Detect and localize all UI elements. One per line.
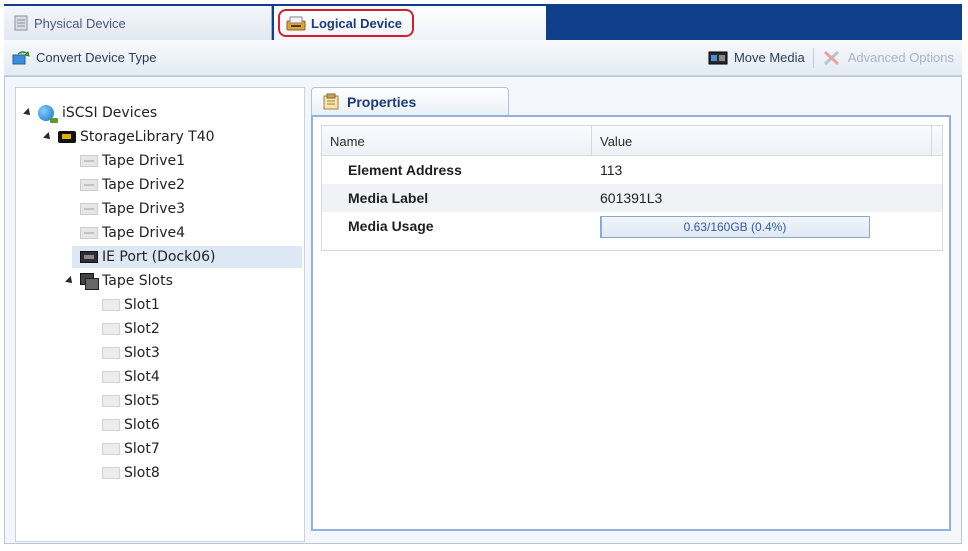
- main-content: iSCSI Devices StorageLibrary T40 Tape Dr…: [4, 76, 962, 544]
- table-row[interactable]: Media Label 601391L3: [322, 184, 942, 212]
- tree-item-slot[interactable]: Slot6: [102, 414, 160, 436]
- tree-item-tape-drive[interactable]: Tape Drive1: [80, 150, 185, 172]
- device-tab-bar: Physical Device Logical Device: [4, 4, 962, 40]
- convert-device-type-button[interactable]: Convert Device Type: [12, 50, 156, 66]
- tab-logical-device[interactable]: Logical Device: [274, 6, 546, 40]
- tree-item-slot[interactable]: Slot7: [102, 438, 160, 460]
- convert-icon: [12, 50, 30, 64]
- properties-icon: [323, 93, 339, 109]
- expand-arrow-icon[interactable]: [43, 132, 53, 142]
- tape-drive-icon: [80, 155, 98, 167]
- tree-item-label: Slot8: [124, 465, 160, 481]
- tree-item-ie-port[interactable]: IE Port (Dock06): [72, 246, 302, 268]
- tree-item-slot[interactable]: Slot5: [102, 390, 160, 412]
- tape-slot-icon: [102, 395, 120, 407]
- tree-item-tape-drive[interactable]: Tape Drive2: [80, 174, 185, 196]
- media-usage-text: 0.63/160GB (0.4%): [683, 220, 787, 234]
- tape-library-icon: [58, 131, 76, 143]
- tree-item-label: StorageLibrary T40: [80, 129, 215, 145]
- ie-port-icon: [80, 251, 98, 263]
- tab-physical-device-label: Physical Device: [34, 15, 126, 31]
- tree-item-label: Slot1: [124, 297, 160, 313]
- tape-drive-icon: [80, 179, 98, 191]
- tree-item-slot[interactable]: Slot1: [102, 294, 160, 316]
- property-name: Media Usage: [348, 218, 434, 234]
- globe-network-icon: [38, 105, 58, 123]
- properties-panel: Name Value Element Address 113 Media Lab…: [311, 115, 951, 531]
- tree-item-label: Slot5: [124, 393, 160, 409]
- tree-item-iscsi-devices[interactable]: iSCSI Devices: [23, 102, 158, 124]
- property-name: Element Address: [348, 162, 462, 178]
- tree-item-label: Slot3: [124, 345, 160, 361]
- tab-properties[interactable]: Properties: [311, 87, 509, 115]
- tree-item-label: Slot2: [124, 321, 160, 337]
- move-media-icon: [708, 51, 728, 64]
- tape-slot-icon: [102, 371, 120, 383]
- tape-slot-icon: [102, 467, 120, 479]
- tree-item-label: iSCSI Devices: [62, 105, 158, 121]
- expand-arrow-icon[interactable]: [23, 108, 33, 118]
- tree-item-label: Tape Drive2: [102, 177, 185, 193]
- server-icon: [14, 15, 28, 31]
- tree-item-label: Tape Drive4: [102, 225, 185, 241]
- tape-slots-icon: [80, 273, 99, 290]
- tree-item-slot[interactable]: Slot4: [102, 366, 160, 388]
- device-tree: iSCSI Devices StorageLibrary T40 Tape Dr…: [15, 87, 305, 542]
- tab-properties-label: Properties: [347, 93, 417, 110]
- tree-item-tape-drive[interactable]: Tape Drive3: [80, 198, 185, 220]
- tape-slot-icon: [102, 299, 120, 311]
- tree-item-label: Slot7: [124, 441, 160, 457]
- property-name: Media Label: [348, 190, 429, 206]
- tape-slot-icon: [102, 347, 120, 359]
- tape-drive-icon: [80, 203, 98, 215]
- tree-item-storage-library[interactable]: StorageLibrary T40: [43, 126, 215, 148]
- toolbar-divider: [812, 47, 814, 68]
- tree-item-slot[interactable]: Slot3: [102, 342, 160, 364]
- media-usage-progress-bar: 0.63/160GB (0.4%): [600, 216, 870, 238]
- tree-item-label: IE Port (Dock06): [102, 249, 216, 265]
- column-header-name[interactable]: Name: [322, 126, 592, 156]
- convert-device-type-label: Convert Device Type: [36, 50, 157, 65]
- media-usage-progress-fill: [601, 217, 603, 237]
- properties-grid: Name Value Element Address 113 Media Lab…: [321, 125, 943, 251]
- tab-physical-device[interactable]: Physical Device: [4, 6, 272, 40]
- tree-item-label: Slot4: [124, 369, 160, 385]
- tree-item-label: Slot6: [124, 417, 160, 433]
- advanced-options-label: Advanced Options: [847, 50, 954, 65]
- table-row[interactable]: Element Address 113: [322, 156, 942, 184]
- tree-item-tape-drive[interactable]: Tape Drive4: [80, 222, 185, 244]
- property-value: 601391L3: [600, 190, 663, 206]
- tree-item-slot[interactable]: Slot8: [102, 462, 160, 484]
- column-header-value[interactable]: Value: [592, 126, 932, 156]
- move-media-label: Move Media: [733, 50, 805, 65]
- tree-item-label: Tape Slots: [102, 273, 173, 289]
- tape-drive-icon: [80, 227, 98, 239]
- grid-header: Name Value: [322, 126, 942, 156]
- tape-slot-icon: [102, 323, 120, 335]
- tree-item-label: Tape Drive1: [102, 153, 185, 169]
- advanced-options-button[interactable]: Advanced Options: [822, 49, 954, 67]
- logical-device-icon: [286, 16, 306, 31]
- property-value: 113: [600, 162, 623, 178]
- toolbar: Convert Device Type Move Media Advanced …: [4, 40, 962, 76]
- tape-slot-icon: [102, 443, 120, 455]
- tools-icon: [823, 50, 839, 65]
- table-row[interactable]: Media Usage 0.63/160GB (0.4%): [322, 212, 942, 240]
- expand-arrow-icon[interactable]: [65, 276, 75, 286]
- move-media-button[interactable]: Move Media: [708, 50, 805, 65]
- tree-item-label: Tape Drive3: [102, 201, 185, 217]
- tree-item-slot[interactable]: Slot2: [102, 318, 160, 340]
- tab-logical-device-label: Logical Device: [311, 15, 403, 31]
- tree-item-tape-slots[interactable]: Tape Slots: [65, 270, 173, 292]
- tab-logical-highlight: Logical Device: [278, 9, 415, 37]
- tape-slot-icon: [102, 419, 120, 431]
